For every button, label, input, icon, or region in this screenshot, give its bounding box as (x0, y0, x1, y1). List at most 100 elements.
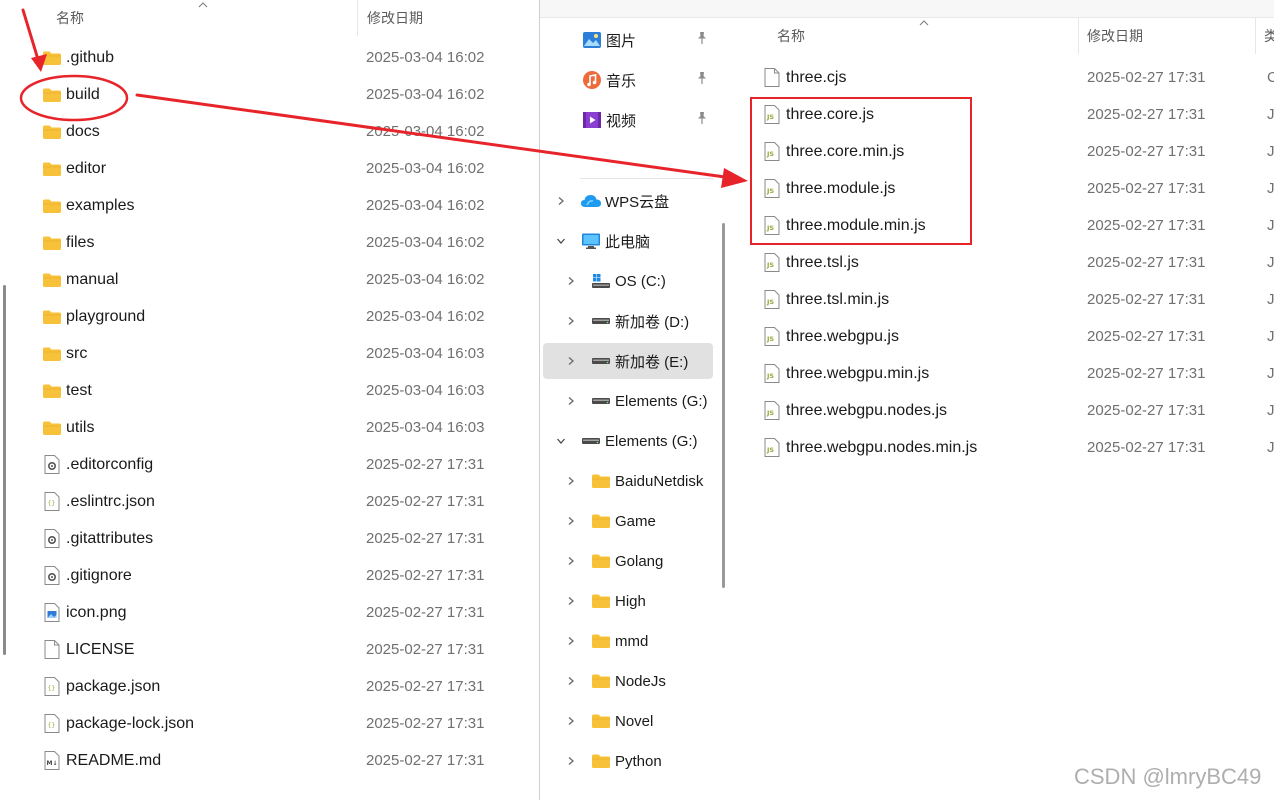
nav-tree-item[interactable]: Python (543, 743, 713, 779)
chevron-right-icon[interactable] (554, 194, 568, 208)
file-row[interactable]: .editorconfig 2025-02-27 17:31 (42, 446, 532, 483)
folder-icon (42, 233, 62, 253)
pin-icon[interactable] (695, 111, 709, 129)
nav-tree-item[interactable]: mmd (543, 623, 713, 659)
chevron-down-icon[interactable] (554, 234, 568, 248)
column-header-name[interactable]: 名称 (777, 18, 805, 54)
file-name: manual (66, 270, 119, 288)
file-row[interactable]: test 2025-03-04 16:03 (42, 372, 532, 409)
column-header-date[interactable]: 修改日期 (1087, 18, 1143, 54)
file-row[interactable]: files 2025-03-04 16:02 (42, 224, 532, 261)
chevron-right-icon[interactable] (564, 394, 578, 408)
file-row[interactable]: {} .eslintrc.json 2025-02-27 17:31 (42, 483, 532, 520)
quick-access-item[interactable]: 图片 (543, 22, 713, 58)
folder-icon (42, 48, 62, 68)
file-row[interactable]: JS three.core.js 2025-02-27 17:31 Ja (762, 96, 1274, 133)
drive-icon (590, 311, 612, 331)
nav-tree-item[interactable]: Elements (G:) (543, 423, 713, 459)
column-header-name-label: 名称 (777, 28, 805, 44)
folder-icon (42, 344, 62, 364)
file-row[interactable]: M↓ README.md 2025-02-27 17:31 (42, 742, 532, 779)
column-divider[interactable] (357, 0, 358, 36)
nav-tree-item[interactable]: 新加卷 (E:) (543, 343, 713, 379)
nav-tree-item[interactable]: NodeJs (543, 663, 713, 699)
file-type: Ja (1267, 365, 1274, 382)
file-row[interactable]: icon.png 2025-02-27 17:31 (42, 594, 532, 631)
chevron-right-icon[interactable] (564, 274, 578, 288)
chevron-right-icon[interactable] (564, 474, 578, 488)
file-row[interactable]: JS three.tsl.js 2025-02-27 17:31 Ja (762, 244, 1274, 281)
chevron-right-icon[interactable] (564, 634, 578, 648)
nav-tree-item[interactable]: OS (C:) (543, 263, 713, 299)
file-row[interactable]: {} package-lock.json 2025-02-27 17:31 (42, 705, 532, 742)
chevron-right-icon[interactable] (564, 314, 578, 328)
pin-icon[interactable] (695, 71, 709, 89)
svg-text:JS: JS (766, 187, 774, 195)
chevron-right-icon[interactable] (564, 554, 578, 568)
file-row[interactable]: three.cjs 2025-02-27 17:31 C (762, 59, 1274, 96)
file-row[interactable]: editor 2025-03-04 16:02 (42, 150, 532, 187)
file-row[interactable]: LICENSE 2025-02-27 17:31 (42, 631, 532, 668)
chevron-right-icon[interactable] (564, 514, 578, 528)
file-row[interactable]: manual 2025-03-04 16:02 (42, 261, 532, 298)
file-row[interactable]: JS three.module.min.js 2025-02-27 17:31 Ja (762, 207, 1274, 244)
file-row[interactable]: JS three.module.js 2025-02-27 17:31 Ja (762, 170, 1274, 207)
left-scrollbar[interactable] (3, 285, 6, 655)
column-header-type[interactable]: 类 (1264, 18, 1274, 54)
nav-tree-label: NodeJs (615, 672, 666, 690)
chevron-right-icon[interactable] (564, 754, 578, 768)
chevron-down-icon[interactable] (554, 434, 568, 448)
nav-tree-item[interactable]: 新加卷 (D:) (543, 303, 713, 339)
file-type: Ja (1267, 328, 1274, 345)
file-row[interactable]: .gitignore 2025-02-27 17:31 (42, 557, 532, 594)
file-row[interactable]: utils 2025-03-04 16:03 (42, 409, 532, 446)
chevron-right-icon[interactable] (564, 354, 578, 368)
navigation-scrollbar[interactable] (722, 223, 725, 588)
quick-access-item[interactable]: 视频 (543, 102, 713, 138)
chevron-right-icon[interactable] (564, 594, 578, 608)
file-row[interactable]: src 2025-03-04 16:03 (42, 335, 532, 372)
column-header-date[interactable]: 修改日期 (367, 0, 423, 36)
folder-icon (590, 671, 612, 691)
nav-tree-label: WPS云盘 (605, 193, 670, 211)
file-row[interactable]: JS three.tsl.min.js 2025-02-27 17:31 Ja (762, 281, 1274, 318)
file-row[interactable]: build 2025-03-04 16:02 (42, 76, 532, 113)
file-row[interactable]: JS three.webgpu.js 2025-02-27 17:31 Ja (762, 318, 1274, 355)
modified-date: 2025-03-04 16:02 (366, 49, 485, 66)
nav-tree-item[interactable]: Elements (G:) (543, 383, 713, 419)
file-row[interactable]: {} package.json 2025-02-27 17:31 (42, 668, 532, 705)
file-row[interactable]: docs 2025-03-04 16:02 (42, 113, 532, 150)
modified-date: 2025-02-27 17:31 (1087, 254, 1206, 271)
file-row[interactable]: .gitattributes 2025-02-27 17:31 (42, 520, 532, 557)
modified-date: 2025-02-27 17:31 (1087, 106, 1206, 123)
chevron-right-icon[interactable] (564, 674, 578, 688)
file-row[interactable]: JS three.webgpu.nodes.min.js 2025-02-27 17… (762, 429, 1274, 466)
pin-icon[interactable] (695, 31, 709, 49)
quick-access-item[interactable]: 音乐 (543, 62, 713, 98)
cloud-icon (580, 191, 602, 211)
column-divider[interactable] (1078, 18, 1079, 54)
file-name: docs (66, 122, 100, 140)
nav-tree-item[interactable]: BaiduNetdisk (543, 463, 713, 499)
nav-tree-item[interactable]: Game (543, 503, 713, 539)
file-row[interactable]: .github 2025-03-04 16:02 (42, 39, 532, 76)
blank-file-icon (42, 640, 62, 660)
column-header-name[interactable]: 名称 (56, 0, 84, 36)
nav-tree-item[interactable]: High (543, 583, 713, 619)
nav-tree-item[interactable]: WPS云盘 (543, 183, 713, 219)
file-row[interactable]: JS three.webgpu.min.js 2025-02-27 17:31 Ja (762, 355, 1274, 392)
js-file-icon: JS (762, 253, 782, 273)
file-row[interactable]: playground 2025-03-04 16:02 (42, 298, 532, 335)
chevron-right-icon[interactable] (564, 714, 578, 728)
file-row[interactable]: JS three.core.min.js 2025-02-27 17:31 Ja (762, 133, 1274, 170)
modified-date: 2025-03-04 16:02 (366, 271, 485, 288)
modified-date: 2025-03-04 16:02 (366, 160, 485, 177)
nav-tree-item[interactable]: 此电脑 (543, 223, 713, 259)
file-row[interactable]: JS three.webgpu.nodes.js 2025-02-27 17:31 J… (762, 392, 1274, 429)
nav-tree-item[interactable]: Novel (543, 703, 713, 739)
file-row[interactable]: examples 2025-03-04 16:02 (42, 187, 532, 224)
sort-ascending-icon (198, 2, 208, 8)
nav-tree-item[interactable]: Golang (543, 543, 713, 579)
column-divider[interactable] (1255, 18, 1256, 54)
folder-icon (42, 85, 62, 105)
